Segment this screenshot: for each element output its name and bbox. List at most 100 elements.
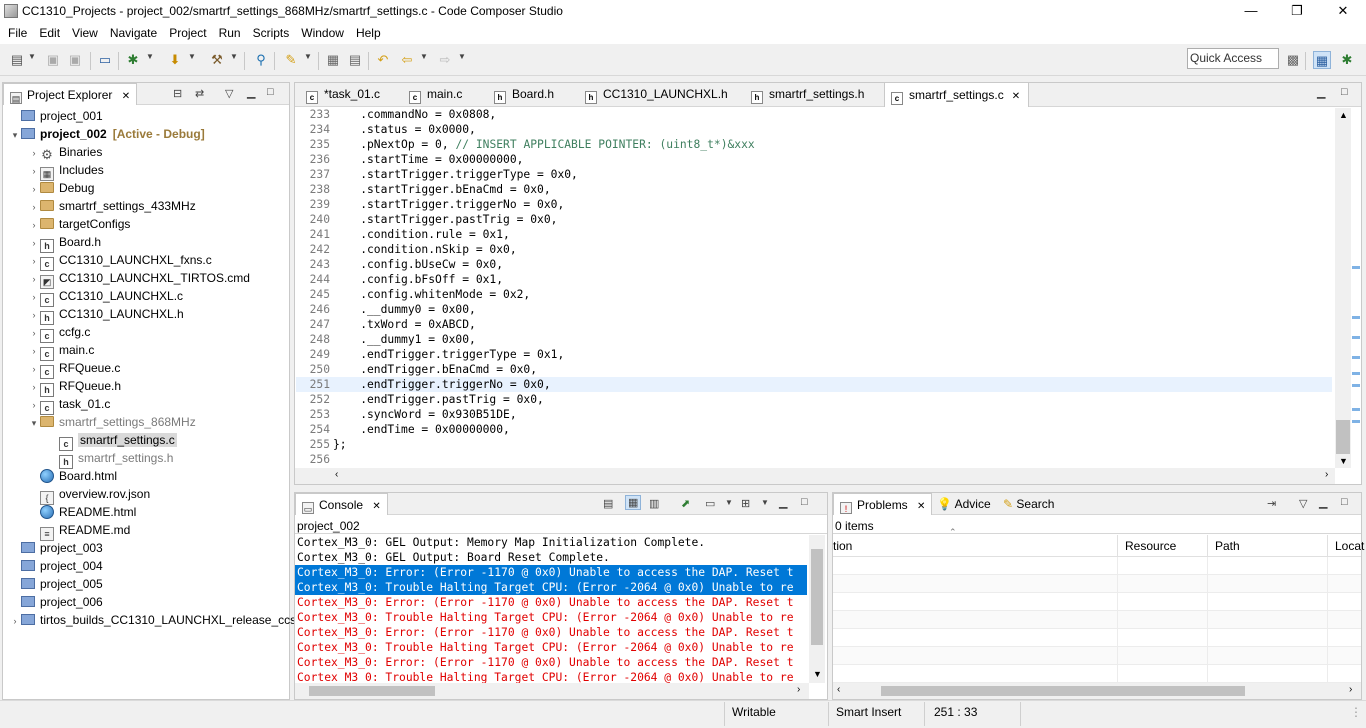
last-edit-icon[interactable]: ↶ — [374, 51, 392, 69]
open-perspective-icon[interactable]: ▩ — [1284, 51, 1302, 69]
close-icon[interactable]: ✕ — [122, 91, 130, 102]
tree-item[interactable]: › Debug — [28, 179, 95, 198]
back-dropdown-icon[interactable]: ▼ — [420, 52, 428, 61]
open-console-icon[interactable]: ⊞ — [741, 497, 750, 510]
close-tab-icon[interactable]: ✕ — [1012, 91, 1020, 102]
tree-item[interactable]: project_006 — [9, 593, 103, 611]
tree-item[interactable]: Board.html — [28, 467, 117, 485]
console-line[interactable]: Cortex_M3_0: Error: (Error -1170 @ 0x0) … — [295, 625, 807, 640]
tree-item[interactable]: ▾ project_002 [Active - Debug] — [9, 125, 205, 143]
code-line[interactable]: 250 .endTrigger.bEnaCmd = 0x0, — [296, 362, 1332, 377]
menu-scripts[interactable]: Scripts — [247, 24, 296, 44]
tree-item[interactable]: › c task_01.c — [28, 395, 110, 415]
code-line[interactable]: 238 .startTrigger.bEnaCmd = 0x0, — [296, 182, 1332, 197]
scroll-thumb[interactable] — [881, 686, 1245, 696]
code-line[interactable]: 233 .commandNo = 0x0808, — [296, 107, 1332, 122]
view-menu-icon[interactable]: ▽ — [1299, 497, 1307, 510]
tab-problems[interactable]: ! Problems ✕ — [833, 493, 933, 515]
scroll-right-icon[interactable]: › — [1325, 469, 1328, 480]
back-arrow-icon[interactable]: ⇦ — [398, 51, 416, 69]
clear-console-icon[interactable]: ▤ — [603, 497, 613, 510]
editor-vertical-scrollbar[interactable]: ▲ ▼ — [1335, 108, 1351, 468]
tree-item[interactable]: › ▦ Includes — [28, 161, 104, 181]
code-line[interactable]: 237 .startTrigger.triggerType = 0x0, — [296, 167, 1332, 182]
collapsed-chevron-icon[interactable]: › — [28, 216, 40, 234]
code-line[interactable]: 240 .startTrigger.pastTrig = 0x0, — [296, 212, 1332, 227]
tab-project-explorer[interactable]: ▤ Project Explorer ✕ — [3, 83, 138, 105]
collapsed-chevron-icon[interactable]: › — [28, 252, 40, 270]
menu-navigate[interactable]: Navigate — [104, 24, 163, 44]
pin-console-icon[interactable]: ⬈ — [681, 497, 690, 510]
tab-smartrf-settings-c[interactable]: c smartrf_settings.c ✕ — [884, 82, 1030, 107]
console-line[interactable]: Cortex_M3_0: Trouble Halting Target CPU:… — [295, 670, 807, 683]
code-line[interactable]: 246 .__dummy0 = 0x00, — [296, 302, 1332, 317]
minimize-view-icon[interactable]: ▁ — [1319, 496, 1327, 509]
scroll-up-icon[interactable]: ▲ — [1339, 110, 1348, 120]
console-line[interactable]: Cortex_M3_0: Error: (Error -1170 @ 0x0) … — [295, 595, 807, 610]
tree-item[interactable]: c smartrf_settings.c — [47, 431, 177, 451]
scroll-left-icon[interactable]: ‹ — [335, 469, 338, 480]
tree-item[interactable]: README.html — [28, 503, 136, 521]
pin-dropdown-icon[interactable]: ▼ — [304, 52, 312, 61]
save-icon[interactable]: ▣ — [44, 51, 62, 69]
code-line[interactable]: 235 .pNextOp = 0, // INSERT APPLICABLE P… — [296, 137, 1332, 152]
code-area[interactable]: 233 .commandNo = 0x0808, 234 .status = 0x… — [296, 107, 1334, 467]
menu-view[interactable]: View — [66, 24, 104, 44]
scroll-lock-icon[interactable]: ▦ — [625, 495, 642, 510]
tree-item[interactable]: project_004 — [9, 557, 103, 575]
code-line[interactable]: 244 .config.bFsOff = 0x1, — [296, 272, 1332, 287]
code-line[interactable]: 243 .config.bUseCw = 0x0, — [296, 257, 1332, 272]
menu-project[interactable]: Project — [163, 24, 212, 44]
close-icon[interactable]: ✕ — [917, 501, 925, 512]
tree-item[interactable]: › targetConfigs — [28, 215, 131, 234]
scroll-left-icon[interactable]: ‹ — [837, 684, 840, 695]
column-path[interactable]: Path — [1215, 539, 1240, 553]
code-line[interactable]: 242 .condition.nSkip = 0x0, — [296, 242, 1332, 257]
maximize-button[interactable]: ❐ — [1274, 0, 1320, 24]
tree-item[interactable]: ≡ README.md — [28, 521, 130, 541]
ruler-marker[interactable] — [1352, 336, 1360, 339]
console-line[interactable]: Cortex_M3_0: GEL Output: Board Reset Com… — [295, 550, 807, 565]
minimize-view-icon[interactable]: ▁ — [779, 496, 787, 509]
close-icon[interactable]: ✕ — [372, 501, 380, 512]
new-icon[interactable]: ▤ — [8, 51, 26, 69]
tree-item[interactable]: › smartrf_settings_433MHz — [28, 197, 196, 215]
scroll-right-icon[interactable]: › — [1349, 684, 1352, 695]
menu-edit[interactable]: Edit — [33, 24, 66, 44]
tab-cc1310-launchxl-h[interactable]: h CC1310_LAUNCHXL.h — [579, 82, 736, 105]
column-divider[interactable] — [1207, 535, 1208, 557]
view-menu-icon[interactable]: ▽ — [225, 87, 233, 100]
ruler-marker[interactable] — [1352, 372, 1360, 375]
link-editor-icon[interactable]: ⇄ — [195, 87, 204, 100]
console-line[interactable]: Cortex_M3_0: Error: (Error -1170 @ 0x0) … — [295, 655, 807, 670]
document-icon[interactable]: ▤ — [346, 51, 364, 69]
tree-item[interactable]: › h CC1310_LAUNCHXL.h — [28, 305, 184, 325]
collapsed-chevron-icon[interactable]: › — [28, 198, 40, 216]
tree-item[interactable]: › tirtos_builds_CC1310_LAUNCHXL_release_c… — [9, 611, 297, 629]
collapsed-chevron-icon[interactable]: › — [28, 180, 40, 198]
collapsed-chevron-icon[interactable]: › — [28, 306, 40, 324]
ruler-marker[interactable] — [1352, 356, 1360, 359]
status-insert-mode[interactable]: Smart Insert — [836, 705, 901, 719]
ruler-marker[interactable] — [1352, 316, 1360, 319]
code-line[interactable]: 256 — [296, 452, 1332, 467]
scroll-right-icon[interactable]: › — [797, 684, 800, 695]
tab-advice[interactable]: 💡 Advice — [937, 497, 991, 511]
word-wrap-icon[interactable]: ▥ — [649, 497, 659, 510]
tree-item[interactable]: › c main.c — [28, 341, 94, 361]
open-console-dropdown-icon[interactable]: ▼ — [761, 498, 769, 507]
scroll-down-icon[interactable]: ▼ — [813, 669, 822, 679]
quick-access-input[interactable]: Quick Access — [1187, 48, 1279, 69]
tab-console[interactable]: ▭ Console ✕ — [295, 493, 388, 515]
ruler-marker[interactable] — [1352, 384, 1360, 387]
editor-minimize-icon[interactable]: ▁ — [1317, 86, 1325, 99]
expanded-chevron-icon[interactable]: ▾ — [28, 414, 40, 432]
editor-horizontal-scrollbar[interactable]: ‹ › — [295, 468, 1335, 484]
tree-item[interactable]: ▾ smartrf_settings_868MHz — [28, 413, 196, 431]
tab-board-h[interactable]: h Board.h — [488, 82, 562, 105]
scroll-down-icon[interactable]: ▼ — [1339, 456, 1348, 466]
code-line[interactable]: 234 .status = 0x0000, — [296, 122, 1332, 137]
console-line[interactable]: Cortex_M3_0: Trouble Halting Target CPU:… — [295, 580, 807, 595]
minimize-button[interactable]: — — [1228, 0, 1274, 24]
debug-dropdown-icon[interactable]: ▼ — [146, 52, 154, 61]
